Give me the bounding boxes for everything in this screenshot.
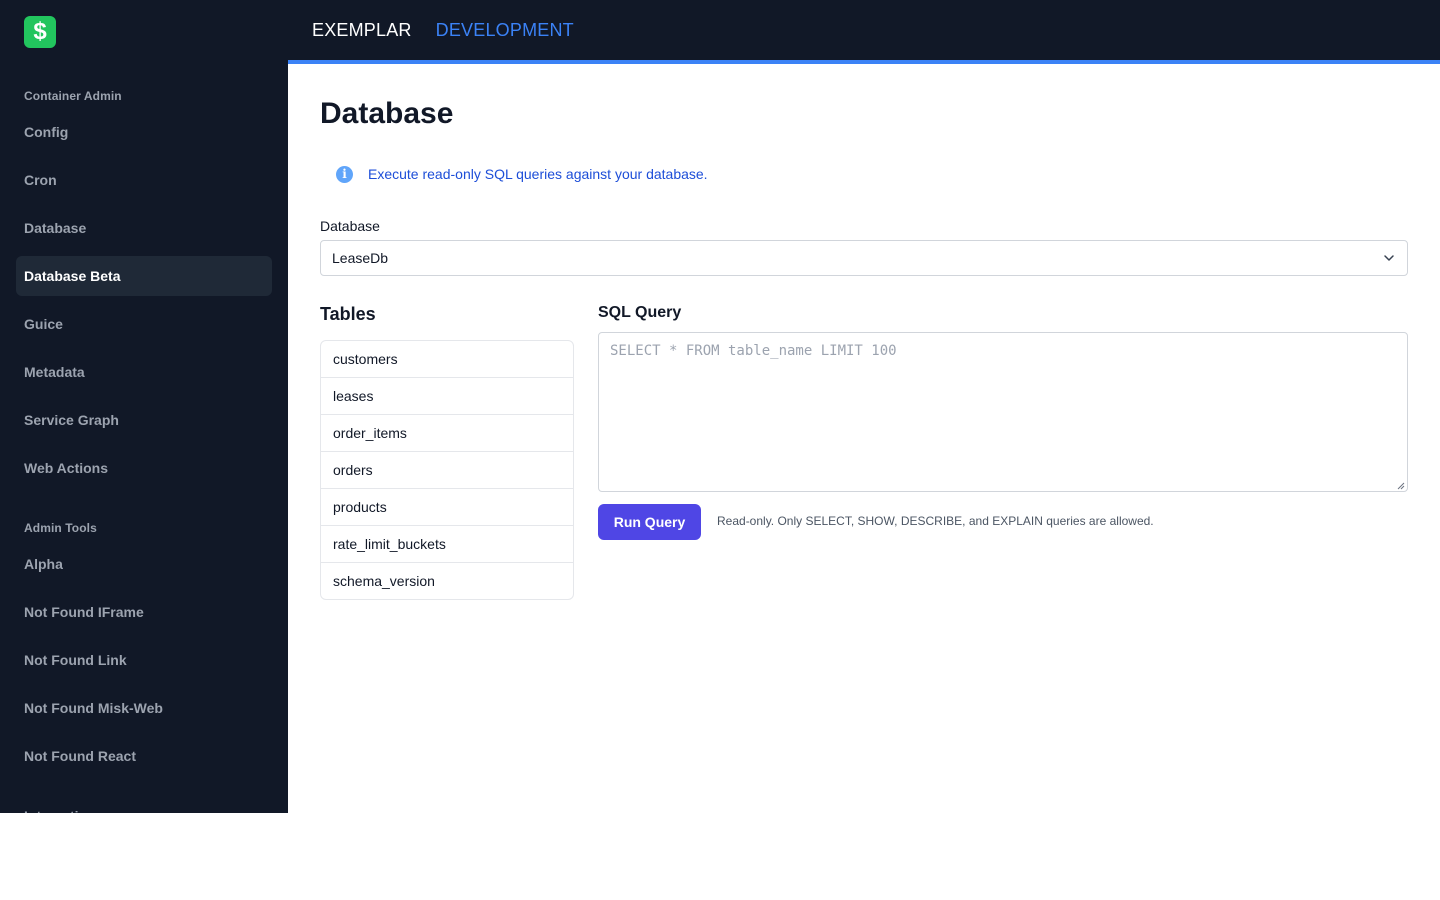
sidebar-item-guice[interactable]: Guice	[16, 304, 272, 344]
table-item-order-items[interactable]: order_items	[321, 415, 573, 452]
database-select[interactable]: LeaseDb	[320, 240, 1408, 276]
cash-logo-icon[interactable]: $	[24, 16, 56, 48]
table-item-schema-version[interactable]: schema_version	[321, 563, 573, 599]
sidebar-item-database-beta[interactable]: Database Beta	[16, 256, 272, 296]
chevron-down-icon	[1384, 255, 1394, 261]
info-icon: i	[336, 165, 353, 183]
sidebar-item-cron[interactable]: Cron	[16, 160, 272, 200]
sidebar-item-metadata[interactable]: Metadata	[16, 352, 272, 392]
sidebar-item-truncated[interactable]: Interactive	[16, 796, 272, 813]
app-name[interactable]: EXEMPLAR	[312, 20, 412, 41]
sidebar-item-not-found-react[interactable]: Not Found React	[16, 736, 272, 776]
run-query-button[interactable]: Run Query	[598, 504, 701, 540]
database-label: Database	[320, 218, 380, 234]
sidebar-item-alpha[interactable]: Alpha	[16, 544, 272, 584]
sidebar-item-database[interactable]: Database	[16, 208, 272, 248]
section-label-admin-tools: Admin Tools	[24, 521, 97, 535]
top-bar: EXEMPLAR DEVELOPMENT	[288, 0, 1440, 60]
sidebar: $ Container Admin Config Cron Database D…	[0, 0, 288, 813]
sidebar-item-not-found-link[interactable]: Not Found Link	[16, 640, 272, 680]
info-text: Execute read-only SQL queries against yo…	[368, 166, 708, 182]
sidebar-item-service-graph[interactable]: Service Graph	[16, 400, 272, 440]
sidebar-item-config[interactable]: Config	[16, 112, 272, 152]
resize-handle-icon[interactable]	[1397, 482, 1405, 490]
sidebar-item-not-found-misk-web[interactable]: Not Found Misk-Web	[16, 688, 272, 728]
accent-bar	[288, 60, 1440, 64]
table-item-leases[interactable]: leases	[321, 378, 573, 415]
table-item-orders[interactable]: orders	[321, 452, 573, 489]
section-label-container-admin: Container Admin	[24, 89, 122, 103]
sql-query-input[interactable]	[598, 332, 1408, 492]
sql-query-title: SQL Query	[598, 304, 682, 321]
sidebar-item-not-found-iframe[interactable]: Not Found IFrame	[16, 592, 272, 632]
info-banner: i Execute read-only SQL queries against …	[336, 164, 708, 184]
read-only-hint: Read-only. Only SELECT, SHOW, DESCRIBE, …	[717, 514, 1154, 528]
table-item-customers[interactable]: customers	[321, 341, 573, 378]
database-select-value: LeaseDb	[332, 250, 389, 266]
table-item-products[interactable]: products	[321, 489, 573, 526]
page-title: Database	[320, 97, 454, 130]
tables-list: customers leases order_items orders prod…	[320, 340, 574, 600]
sidebar-item-web-actions[interactable]: Web Actions	[16, 448, 272, 488]
environment-label: DEVELOPMENT	[435, 19, 574, 40]
table-item-rate-limit-buckets[interactable]: rate_limit_buckets	[321, 526, 573, 563]
tables-title: Tables	[320, 304, 376, 324]
